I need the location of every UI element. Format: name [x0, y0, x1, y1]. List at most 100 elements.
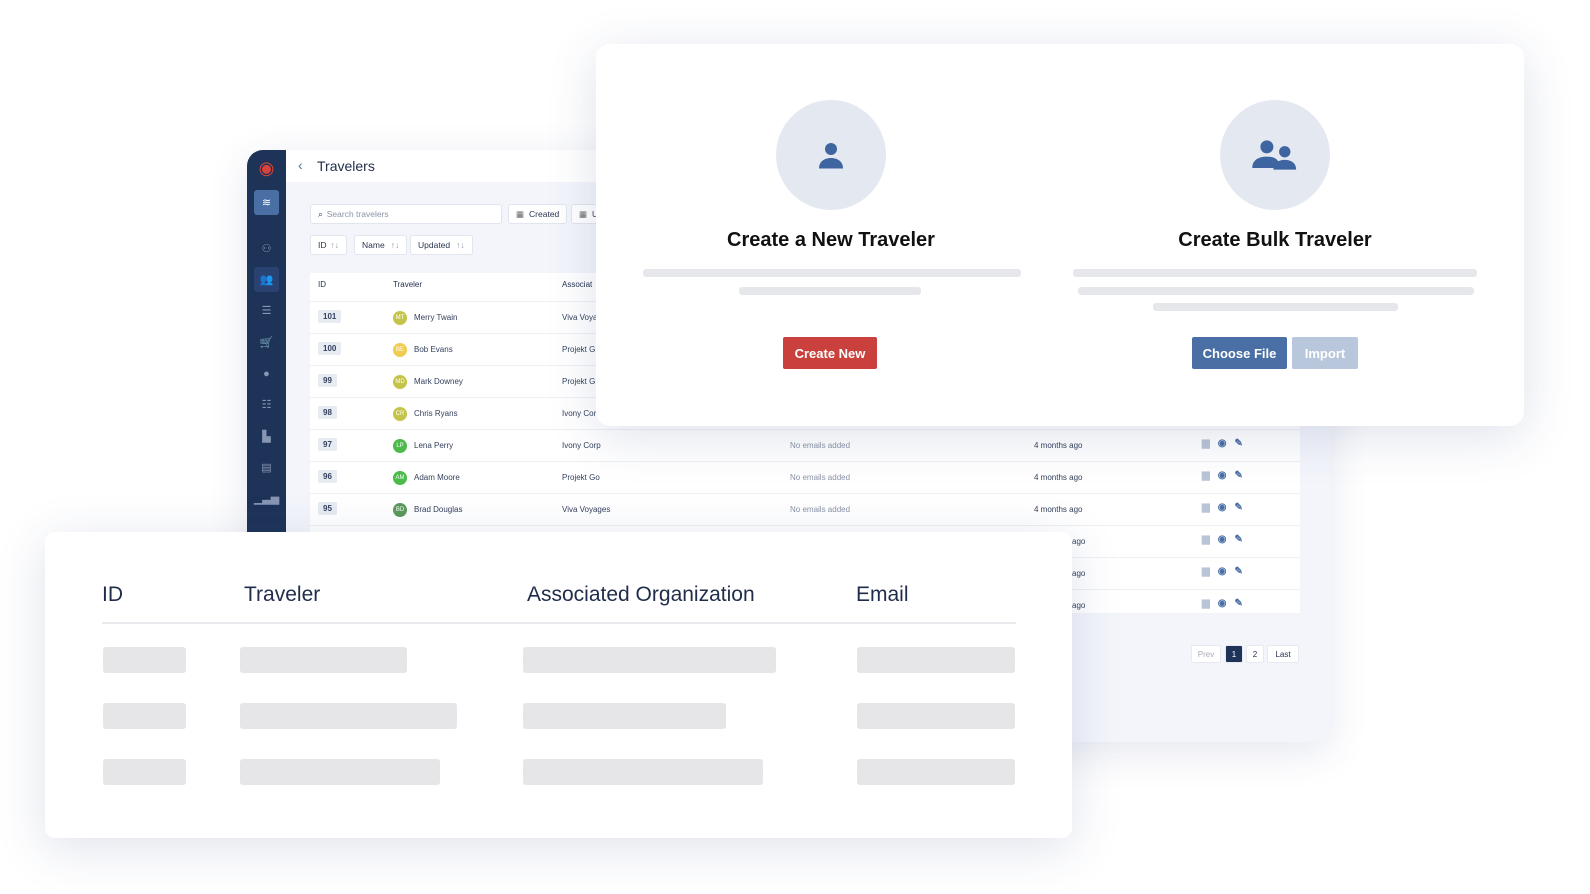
table-row[interactable]: 97 LP Lena Perry Ivony Corp No emails add…	[310, 429, 1300, 461]
sort-icon: ↑↓	[330, 240, 340, 250]
menu-icon[interactable]: ☰	[254, 298, 279, 323]
eye-icon[interactable]: ◉	[1218, 470, 1227, 481]
traveler-name[interactable]: Bob Evans	[414, 345, 453, 354]
comment-icon[interactable]: ▆	[1202, 502, 1210, 513]
create-new-button[interactable]: Create New	[783, 337, 877, 369]
column-header: ID	[102, 583, 123, 606]
edit-icon[interactable]: ✎	[1234, 502, 1242, 513]
eye-icon[interactable]: ◉	[1218, 566, 1227, 577]
traveler-name[interactable]: Brad Douglas	[414, 505, 462, 514]
eye-icon[interactable]: ◉	[1218, 534, 1227, 545]
organization: Viva Voya	[562, 313, 598, 322]
search-input[interactable]: ⌕ Search travelers	[310, 204, 502, 224]
edit-icon[interactable]: ✎	[1234, 566, 1242, 577]
sort-id[interactable]: ID ↑↓	[310, 235, 347, 255]
edit-icon[interactable]: ✎	[1234, 598, 1242, 609]
cell-placeholder	[523, 759, 763, 785]
search-icon: ⌕	[318, 208, 323, 219]
row-actions: ▆ ◉ ✎	[1202, 470, 1243, 481]
calendar-icon: ▦	[579, 208, 588, 219]
avatar: AM	[393, 471, 407, 485]
created-filter[interactable]: ▦ Created	[508, 204, 568, 224]
cell-placeholder	[857, 759, 1015, 785]
sort-icon: ↑↓	[456, 240, 465, 250]
traveler-name[interactable]: Chris Ryans	[414, 409, 458, 418]
globe-icon[interactable]: ≋	[254, 190, 279, 215]
import-button[interactable]: Import	[1292, 337, 1358, 369]
traveler-name[interactable]: Adam Moore	[414, 473, 460, 482]
edit-icon[interactable]: ✎	[1234, 470, 1242, 481]
create-bulk-title: Create Bulk Traveler	[1178, 229, 1372, 251]
luggage-icon[interactable]: ▙	[254, 424, 279, 449]
prev-page[interactable]: Prev	[1191, 645, 1221, 663]
comment-icon[interactable]: ▆	[1202, 566, 1210, 577]
organization: Projekt G	[562, 377, 596, 386]
organization: Ivony Corp	[562, 441, 601, 450]
back-icon[interactable]: ‹	[298, 157, 303, 173]
description-placeholder	[1073, 269, 1477, 277]
avatar: MT	[393, 311, 407, 325]
edit-icon[interactable]: ✎	[1234, 534, 1242, 545]
comment-icon[interactable]: ▆	[1202, 470, 1210, 481]
cell-placeholder	[103, 703, 186, 729]
id-badge: 96	[318, 470, 337, 483]
description-placeholder	[739, 287, 921, 295]
create-traveler-panel: Create a New Traveler Create Bulk Travel…	[596, 44, 1524, 426]
travelers-icon[interactable]: 👥	[254, 267, 279, 292]
traveler-name[interactable]: Mark Downey	[414, 377, 463, 386]
description-placeholder	[1153, 303, 1398, 311]
cell-placeholder	[240, 759, 440, 785]
cart-icon[interactable]: 🛒	[254, 330, 279, 355]
chart-icon[interactable]: ▁▃▅	[254, 486, 279, 511]
last-page[interactable]: Last	[1267, 645, 1299, 663]
organization: Projekt Go	[562, 473, 600, 482]
traveler-name[interactable]: Lena Perry	[414, 441, 453, 450]
table-preview-card: ID Traveler Associated Organization Emai…	[45, 532, 1072, 838]
id-badge: 97	[318, 438, 337, 451]
comment-icon[interactable]: ▆	[1202, 534, 1210, 545]
checklist-icon[interactable]: ☷	[254, 392, 279, 417]
cell-placeholder	[240, 647, 407, 673]
description-placeholder	[643, 269, 1021, 277]
email: No emails added	[790, 505, 851, 514]
id-badge: 95	[318, 502, 337, 515]
page-2[interactable]: 2	[1246, 645, 1264, 663]
email: No emails added	[790, 473, 851, 482]
choose-file-button[interactable]: Choose File	[1192, 337, 1287, 369]
table-row[interactable]: 96 AM Adam Moore Projekt Go No emails add…	[310, 461, 1300, 493]
sort-updated[interactable]: Updated ↑↓	[410, 235, 473, 255]
cell-placeholder	[103, 647, 186, 673]
column-header: Associated Organization	[527, 583, 755, 606]
cell-placeholder	[240, 703, 457, 729]
updated: 4 months ago	[1034, 441, 1083, 450]
create-new-title: Create a New Traveler	[727, 229, 935, 251]
updated: 4 months ago	[1034, 505, 1083, 514]
sort-icon: ↑↓	[390, 240, 400, 250]
cell-placeholder	[523, 703, 726, 729]
comment-icon[interactable]: ▆	[1202, 598, 1210, 609]
email: No emails added	[790, 441, 851, 450]
comment-icon[interactable]: ▆	[1202, 438, 1210, 449]
organization: Projekt G	[562, 345, 596, 354]
coins-icon[interactable]: ●	[254, 361, 279, 386]
cell-placeholder	[857, 703, 1015, 729]
sort-name[interactable]: Name ↑↓	[354, 235, 408, 255]
table-row[interactable]: 95 BD Brad Douglas Viva Voyages No emails…	[310, 493, 1300, 525]
eye-icon[interactable]: ◉	[1218, 438, 1227, 449]
traveler-name[interactable]: Merry Twain	[414, 313, 457, 322]
organization: Viva Voyages	[562, 505, 611, 514]
edit-icon[interactable]: ✎	[1234, 438, 1242, 449]
eye-icon[interactable]: ◉	[1218, 502, 1227, 513]
org-chart-icon[interactable]: ⚇	[254, 236, 279, 261]
eye-icon[interactable]: ◉	[1218, 598, 1227, 609]
cell-placeholder	[103, 759, 186, 785]
avatar: CR	[393, 407, 407, 421]
cell-placeholder	[857, 647, 1015, 673]
avatar: BE	[393, 343, 407, 357]
updated: ago	[1072, 601, 1086, 610]
page-1[interactable]: 1	[1225, 645, 1243, 663]
id-badge: 101	[318, 310, 342, 323]
document-icon[interactable]: ▤	[254, 455, 279, 480]
calendar-icon: ▦	[516, 208, 525, 219]
updated: ago	[1072, 537, 1086, 546]
